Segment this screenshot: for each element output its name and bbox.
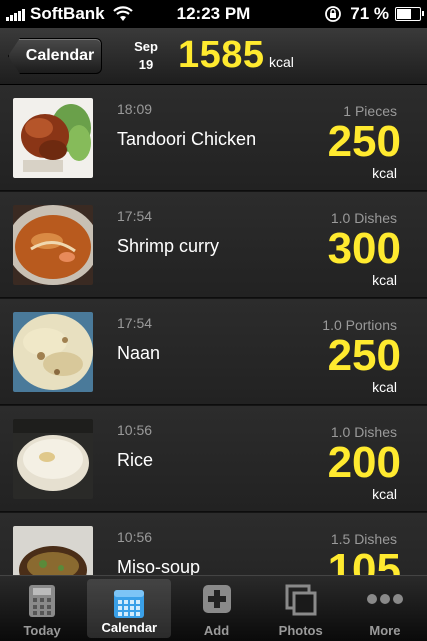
food-kcal: 250 [327,117,401,166]
food-photo [13,312,93,392]
back-to-calendar-button[interactable]: Calendar [8,38,102,74]
tab-calendar[interactable]: Calendar [87,579,172,638]
meal-time: 17:54 [117,208,153,224]
battery-percent: 71 % [350,4,389,23]
food-kcal: 105 [327,545,401,575]
meal-row[interactable]: 10:56 Miso-soup 1.5 Dishes 105 kcal [0,513,427,575]
meal-row[interactable]: 10:56 Rice 1.0 Dishes 200 kcal [0,406,427,512]
food-name: Tandoori Chicken [117,129,257,149]
tab-label: More [369,623,401,638]
food-kcal-unit: kcal [372,165,397,181]
food-kcal-unit: kcal [372,379,397,395]
food-photo [13,98,93,178]
back-button-label: Calendar [25,47,95,64]
status-bar: SoftBank 12:23 PM 71 % [0,0,427,28]
meal-time: 10:56 [117,422,153,438]
food-photo [13,526,93,575]
total-kcal: 1585 [178,34,265,76]
meal-time: 17:54 [117,315,153,331]
photos-icon [285,584,317,616]
plus-icon [202,585,231,613]
calculator-icon [29,585,56,617]
date-day: 19 [138,57,154,72]
calendar-icon [114,590,145,618]
food-name: Miso-soup [117,557,201,575]
signal-strength-icon [6,7,26,21]
food-kcal-unit: kcal [372,272,397,288]
tab-label: Calendar [101,620,158,635]
tab-photos[interactable]: Photos [259,576,343,641]
food-name: Rice [117,450,154,470]
meal-row[interactable]: 17:54 Shrimp curry 1.0 Dishes 300 kcal [0,192,427,298]
food-kcal: 300 [327,224,401,273]
food-name: Naan [117,343,161,363]
carrier-name: SoftBank [30,4,105,23]
food-photo [13,419,93,499]
tab-bar: Today Calendar Add Photos More [0,575,427,641]
date-month: Sep [134,39,158,54]
nav-bar: Calendar Sep 19 1585 kcal [0,28,427,85]
total-kcal-unit: kcal [269,54,294,70]
meal-time: 10:56 [117,529,153,545]
food-name: Shrimp curry [117,236,220,256]
tab-label: Photos [278,623,323,638]
meal-list: 18:09 Tandoori Chicken 1 Pieces 250 kcal… [0,85,427,575]
tab-label: Today [23,623,61,638]
tab-more[interactable]: More [343,576,427,641]
food-kcal-unit: kcal [372,486,397,502]
date-display: Sep 19 [126,38,166,74]
meal-time: 18:09 [117,101,153,117]
status-time: 12:23 PM [176,4,251,23]
battery-icon [395,7,424,21]
food-kcal: 250 [327,331,401,380]
meal-row[interactable]: 18:09 Tandoori Chicken 1 Pieces 250 kcal [0,85,427,191]
meal-row[interactable]: 17:54 Naan 1.0 Portions 250 kcal [0,299,427,405]
more-icon [366,594,403,604]
food-kcal: 200 [327,438,401,487]
rotation-lock-icon [325,6,342,22]
tab-add[interactable]: Add [174,576,258,641]
wifi-icon [112,6,133,21]
food-photo [13,205,93,285]
tab-label: Add [203,623,230,638]
tab-today[interactable]: Today [0,576,84,641]
